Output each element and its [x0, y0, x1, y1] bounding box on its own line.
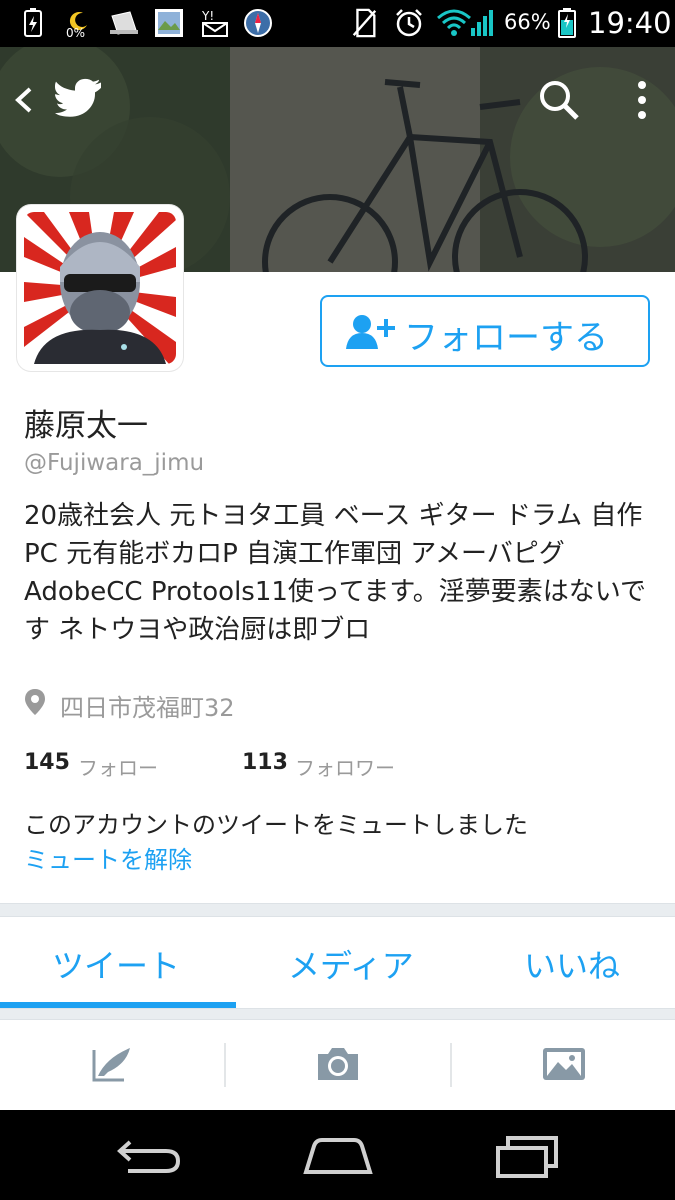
avatar-image: [24, 212, 176, 364]
android-nav-bar: [0, 1110, 675, 1200]
compass-icon: [244, 9, 272, 37]
status-bar: 0% Y! 66% 19:40: [0, 0, 675, 47]
battery-charging-icon: [24, 8, 42, 37]
nav-recents-icon[interactable]: [494, 1136, 560, 1178]
compose-bar: [0, 1020, 675, 1110]
twitter-bird-icon[interactable]: [55, 78, 103, 118]
profile-tabs: ツイート メディア いいね: [0, 917, 675, 1007]
muted-notice: このアカウントのツイートをミュートしました: [24, 811, 528, 839]
search-icon[interactable]: [538, 79, 580, 121]
photo-icon: [155, 9, 183, 37]
follow-button[interactable]: フォローする: [320, 295, 650, 367]
no-sim-icon: [352, 8, 377, 38]
camera-icon[interactable]: [316, 1046, 360, 1082]
add-user-icon: [346, 315, 395, 349]
wifi-icon: [437, 9, 471, 36]
svg-text:Y!: Y!: [201, 9, 214, 23]
image-icon[interactable]: [542, 1047, 586, 1081]
location-pin-icon: [25, 689, 45, 715]
battery-percent: 66%: [504, 10, 551, 34]
profile-location: 四日市茂福町32: [60, 694, 235, 722]
battery-icon: [558, 8, 576, 38]
clock: 19:40: [588, 6, 672, 40]
compose-separator: [224, 1043, 226, 1087]
compose-separator: [450, 1043, 452, 1087]
signal-icon: [471, 10, 493, 36]
tabs-divider: [0, 1008, 675, 1020]
overflow-menu-icon[interactable]: [634, 79, 650, 121]
battery-percent-small: 0%: [66, 26, 86, 40]
profile-bio: 20歳社会人 元トヨタ工員 ベース ギター ドラム 自作PC 元有能ボカロP 自…: [24, 501, 646, 645]
tab-media[interactable]: メディア: [288, 941, 414, 987]
section-divider: [0, 903, 675, 917]
following-label[interactable]: フォロー: [78, 752, 158, 781]
tab-tweets[interactable]: ツイート: [52, 941, 180, 987]
profile-handle: @Fujiwara_jimu: [24, 450, 205, 476]
yahoo-mail-icon: Y!: [201, 9, 228, 37]
profile-avatar[interactable]: [17, 205, 183, 371]
followers-label[interactable]: フォロワー: [295, 752, 395, 781]
nav-back-icon[interactable]: [116, 1138, 182, 1174]
compose-tweet-icon[interactable]: [90, 1044, 134, 1084]
following-count[interactable]: 145: [24, 750, 70, 775]
unmute-link[interactable]: ミュートを解除: [24, 840, 192, 875]
nav-home-icon[interactable]: [302, 1136, 374, 1176]
tab-likes[interactable]: いいね: [524, 941, 620, 987]
alarm-icon: [396, 9, 422, 37]
profile-name: 藤原太一: [24, 408, 148, 444]
follow-button-label: フォローする: [404, 318, 608, 358]
hat-icon: [110, 11, 138, 35]
followers-count[interactable]: 113: [242, 750, 288, 775]
back-chevron-icon[interactable]: [12, 85, 36, 115]
